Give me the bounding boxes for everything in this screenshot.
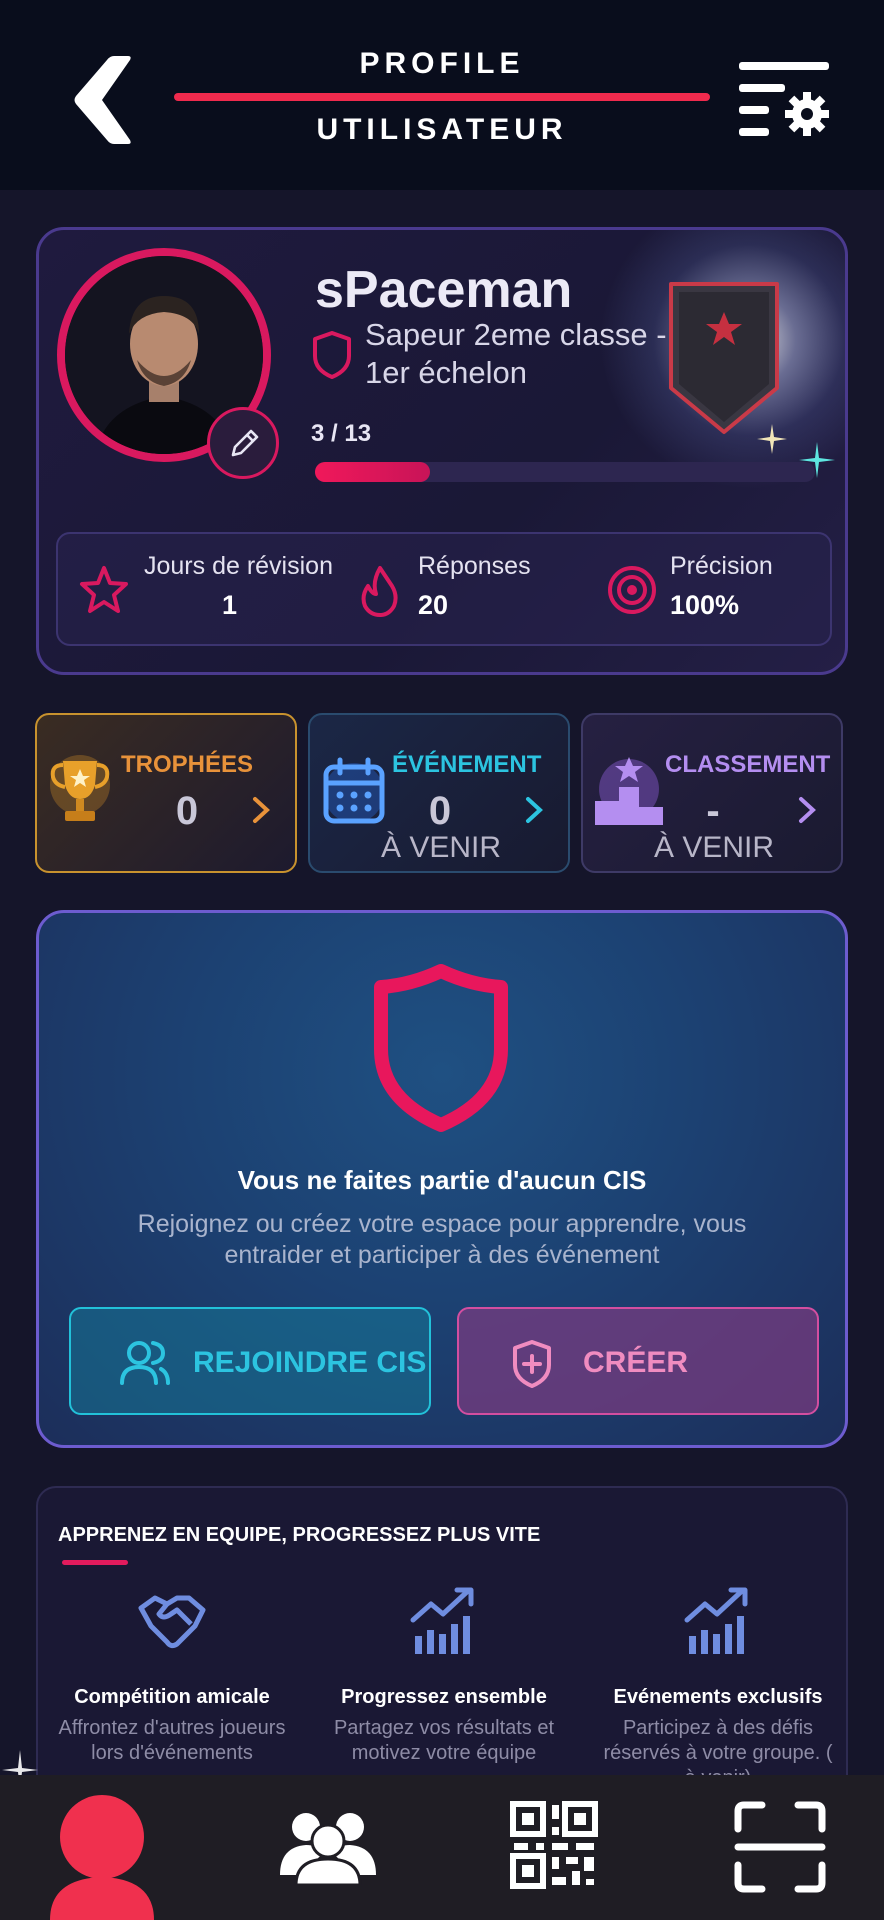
feature-item: Progressez ensemble Partagez vos résulta… — [314, 1586, 574, 1804]
rank-badge-icon — [669, 282, 779, 434]
edit-avatar-button[interactable] — [207, 407, 279, 479]
create-cis-button[interactable]: CRÉER — [457, 1307, 819, 1415]
cis-card: Vous ne faites partie d'aucun CIS Rejoig… — [36, 910, 848, 1448]
bottom-navigation — [0, 1775, 884, 1920]
trophy-icon — [50, 755, 110, 821]
stat-answers: Réponses 20 — [358, 534, 578, 644]
rank-title: Sapeur 2eme classe - 1er échelon — [365, 317, 667, 390]
chevron-right-icon — [526, 797, 543, 823]
chevron-right-icon — [799, 797, 816, 823]
team-benefits-card: APPRENEZ EN EQUIPE, PROGRESSEZ PLUS VITE… — [36, 1486, 848, 1806]
growth-chart-icon — [410, 1587, 474, 1654]
stat-value: 100% — [670, 590, 740, 620]
handshake-icon — [138, 1595, 206, 1649]
feature-title: Evénements exclusifs — [613, 1686, 823, 1708]
level-progress-fill — [315, 462, 431, 482]
tile-subtitle: À VENIR — [380, 831, 502, 864]
settings-menu-icon[interactable] — [735, 58, 833, 140]
tile-value: 0 — [428, 789, 452, 833]
feature-description: Partagez vos résultats et motivez votre … — [333, 1717, 555, 1764]
create-cis-label: CRÉER — [583, 1346, 689, 1379]
qr-code-icon — [510, 1801, 598, 1889]
stat-label: Jours de révision — [144, 552, 333, 580]
sparkle-icon — [757, 424, 787, 454]
tile-title: ÉVÉNEMENT — [392, 751, 542, 778]
stat-precision: Précision 100% — [606, 534, 826, 644]
podium-icon — [595, 757, 663, 825]
username: sPaceman — [315, 261, 573, 319]
feature-item: Compétition amicale Affrontez d'autres j… — [42, 1586, 302, 1804]
tile-subtitle: À VENIR — [653, 831, 775, 864]
join-cis-label: REJOINDRE CIS — [193, 1346, 427, 1379]
stat-revision-days: Jours de révision 1 — [78, 534, 333, 644]
feature-title: Compétition amicale — [74, 1686, 270, 1708]
tile-value: 0 — [175, 789, 199, 833]
shield-icon — [374, 964, 508, 1132]
title-underline — [62, 1560, 128, 1565]
group-icon — [280, 1813, 376, 1885]
stat-value: 20 — [418, 590, 449, 620]
rank-shield-icon — [313, 331, 351, 379]
feature-title: Progressez ensemble — [341, 1686, 547, 1708]
feature-description: Affrontez d'autres joueurs lors d'événem… — [58, 1717, 286, 1764]
chevron-right-icon — [253, 797, 270, 823]
join-cis-button[interactable]: REJOINDRE CIS — [69, 1307, 431, 1415]
stat-label: Précision — [670, 552, 773, 580]
nav-qr-code[interactable] — [466, 1775, 646, 1920]
nav-scan[interactable] — [690, 1775, 870, 1920]
trophies-tile[interactable]: TROPHÉES 0 — [35, 713, 297, 873]
stat-value: 1 — [222, 590, 238, 620]
level-progress-text: 3 / 13 — [311, 420, 372, 447]
profile-icon — [50, 1795, 154, 1920]
nav-groups[interactable] — [238, 1775, 418, 1920]
cis-empty-description: Rejoignez ou créez votre espace pour app… — [137, 1210, 747, 1269]
flame-icon — [361, 566, 398, 617]
users-icon — [120, 1341, 170, 1385]
stat-label: Réponses — [418, 552, 531, 580]
star-icon — [80, 566, 128, 613]
sparkle-icon — [799, 442, 835, 478]
feature-item: Evénements exclusifs Participez à des dé… — [588, 1586, 846, 1804]
growth-chart-icon — [684, 1587, 748, 1654]
level-progress-bar — [315, 462, 815, 482]
target-icon — [608, 566, 656, 614]
ranking-tile[interactable]: CLASSEMENT - À VENIR — [581, 713, 843, 873]
team-section-title: APPRENEZ EN EQUIPE, PROGRESSEZ PLUS VITE — [58, 1524, 541, 1546]
pencil-icon — [231, 429, 259, 457]
events-tile[interactable]: ÉVÉNEMENT 0 À VENIR — [308, 713, 570, 873]
cis-empty-title: Vous ne faites partie d'aucun CIS — [237, 1165, 647, 1195]
shield-plus-icon — [513, 1340, 551, 1388]
title-divider — [174, 93, 710, 101]
stats-panel: Jours de révision 1 Réponses 20 Précisio… — [56, 532, 832, 646]
tile-title: TROPHÉES — [121, 751, 254, 778]
nav-profile[interactable] — [12, 1775, 192, 1920]
scan-icon — [734, 1801, 826, 1893]
tile-title: CLASSEMENT — [665, 751, 831, 778]
tile-value: - — [706, 789, 720, 833]
app-header: PROFILE UTILISATEUR — [0, 0, 884, 190]
profile-card: sPaceman Sapeur 2eme classe - 1er échelo… — [36, 227, 848, 675]
calendar-icon — [323, 757, 385, 824]
